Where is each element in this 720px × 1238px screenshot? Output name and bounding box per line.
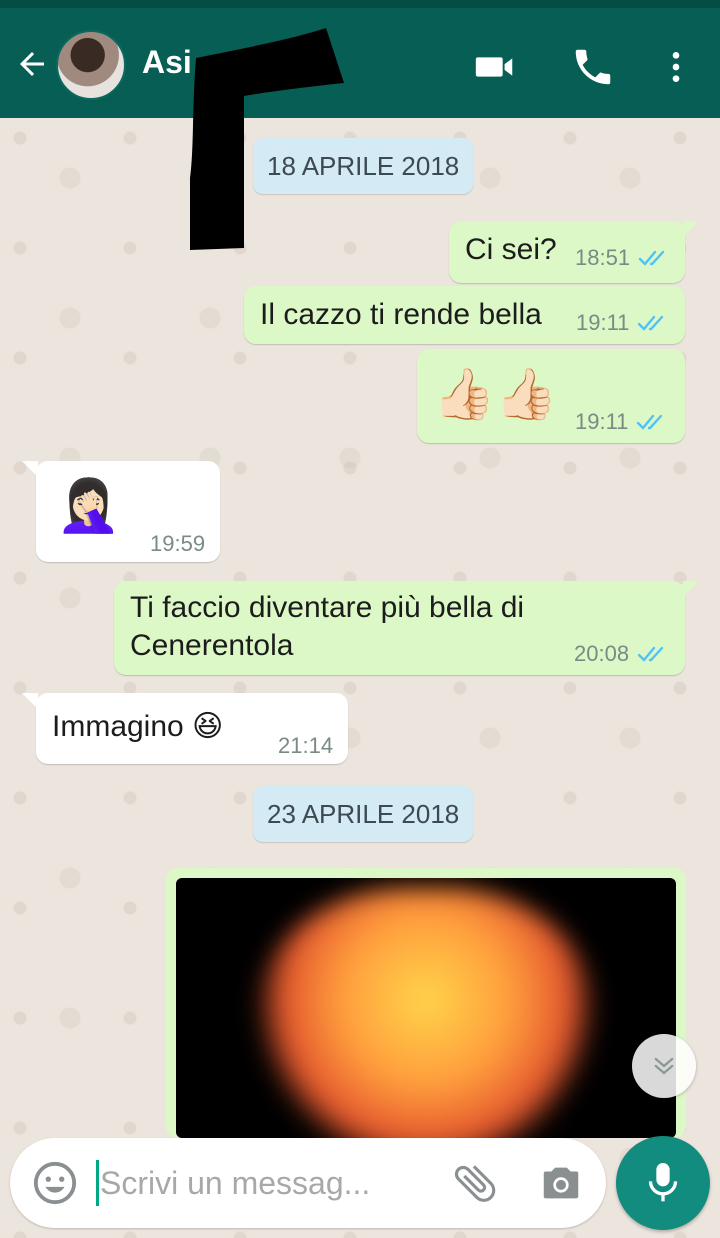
message-bubble-outgoing[interactable]: 👍🏻👍🏻 19:11	[417, 349, 685, 443]
message-meta: 19:11	[576, 310, 669, 336]
contact-name[interactable]: Asi	[142, 44, 192, 81]
scroll-down-button[interactable]	[632, 1034, 696, 1098]
message-time: 19:11	[576, 310, 630, 335]
message-text: Immagino 😆	[52, 710, 224, 743]
avatar[interactable]	[56, 30, 126, 100]
message-time: 21:14	[278, 733, 334, 758]
message-meta: 18:51	[575, 245, 670, 271]
more-vertical-icon[interactable]	[656, 44, 696, 90]
photo-blur	[256, 888, 596, 1138]
message-text: Ci sei?	[465, 233, 557, 266]
message-input[interactable]	[100, 1158, 430, 1208]
message-composer	[10, 1138, 606, 1228]
double-check-icon	[637, 646, 664, 662]
date-separator: 18 APRILE 2018	[253, 138, 474, 194]
message-bubble-incoming[interactable]: 🤦🏻‍♀️ 19:59	[22, 461, 220, 562]
message-meta: 19:11	[575, 409, 668, 435]
video-camera-icon[interactable]	[472, 44, 518, 90]
status-bar	[0, 0, 720, 8]
record-voice-button[interactable]	[616, 1136, 710, 1230]
message-bubble-outgoing[interactable]: Ci sei? 18:51	[449, 221, 699, 283]
paperclip-icon[interactable]	[450, 1158, 500, 1208]
chat-header: Asi	[0, 8, 720, 118]
camera-icon[interactable]	[538, 1160, 584, 1206]
message-bubble-outgoing[interactable]: Ti faccio diventare più bella di Ceneren…	[114, 581, 699, 675]
message-bubble-incoming[interactable]: Immagino 😆 21:14	[22, 693, 348, 764]
date-separator: 23 APRILE 2018	[253, 786, 474, 842]
message-emoji: 🤦🏻‍♀️	[56, 477, 121, 535]
double-check-icon	[638, 315, 664, 331]
arrow-left-icon[interactable]	[14, 46, 50, 82]
message-time: 18:51	[575, 245, 631, 270]
blurred-photo[interactable]	[176, 878, 676, 1138]
text-cursor	[96, 1160, 99, 1206]
message-time: 19:59	[150, 531, 206, 556]
message-emoji: 👍🏻👍🏻	[433, 366, 558, 422]
microphone-icon	[648, 1163, 678, 1202]
message-meta: 20:08	[574, 641, 669, 667]
message-time: 19:11	[575, 409, 629, 434]
double-check-icon	[637, 414, 663, 430]
smiley-icon[interactable]	[32, 1160, 78, 1206]
message-bubble-outgoing[interactable]: Il cazzo ti rende bella 19:11	[244, 286, 685, 344]
double-chevron-down-icon	[654, 1057, 674, 1075]
message-text-line: Ti faccio diventare più bella di	[130, 591, 525, 624]
image-message[interactable]	[166, 868, 686, 1138]
message-text-line: Cenerentola	[130, 629, 294, 662]
phone-icon[interactable]	[570, 44, 616, 90]
message-time: 20:08	[574, 641, 630, 666]
double-check-icon	[638, 250, 665, 266]
message-text: Il cazzo ti rende bella	[260, 298, 542, 331]
